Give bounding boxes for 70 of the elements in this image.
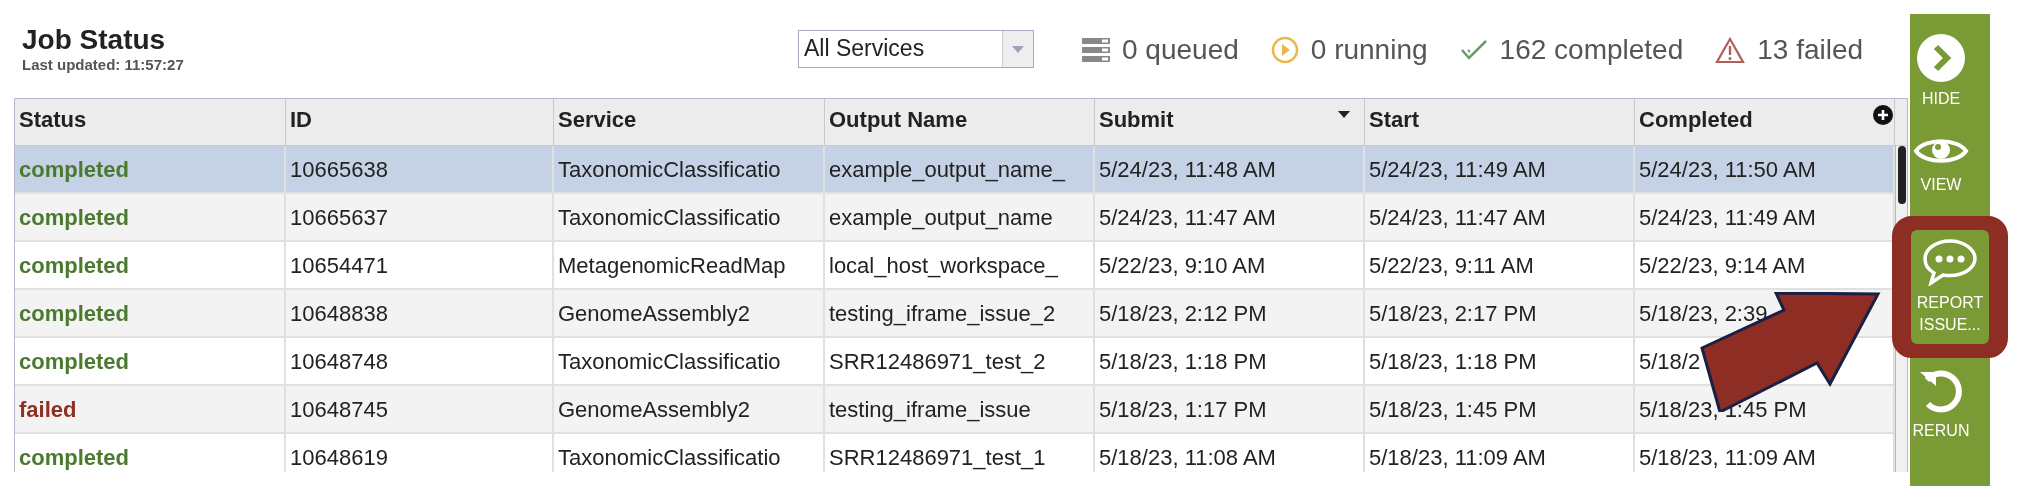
service-dropdown[interactable]: All Services xyxy=(798,30,1034,68)
table-cell: testing_iframe_issue_2 xyxy=(825,290,1095,336)
table-cell: 10648748 xyxy=(286,338,554,384)
column-header[interactable]: Output Name xyxy=(825,99,1095,145)
table-cell: 10654471 xyxy=(286,242,554,288)
table-cell: 5/18/23, 1:18 PM xyxy=(1365,338,1635,384)
play-icon xyxy=(1270,36,1299,64)
table-cell: example_output_name_ xyxy=(825,146,1095,192)
table-cell: 5/18/23, 1:45 PM xyxy=(1365,386,1635,432)
check-icon xyxy=(1459,39,1488,61)
column-header[interactable]: Service xyxy=(554,99,825,145)
table-cell: TaxonomicClassificatio xyxy=(554,194,825,240)
speech-bubble-icon xyxy=(1922,238,1978,286)
table-cell: 5/18/23, 2:17 PM xyxy=(1365,290,1635,336)
table-cell: 5/18/23, 11:08 AM xyxy=(1095,434,1365,472)
table-cell: completed xyxy=(15,242,286,288)
table-cell: 10648745 xyxy=(286,386,554,432)
table-cell: 5/24/23, 11:47 AM xyxy=(1365,194,1635,240)
column-header[interactable]: Submit xyxy=(1095,99,1365,145)
table-cell: 10665638 xyxy=(286,146,554,192)
rerun-icon xyxy=(1918,368,1964,414)
stat-label: 0 running xyxy=(1310,34,1428,66)
stack-icon xyxy=(1082,38,1110,62)
table-cell: 5/18/23, 1:18 PM xyxy=(1095,338,1365,384)
warning-icon xyxy=(1715,36,1746,64)
table-cell: 5/18/23, 1:17 PM xyxy=(1095,386,1365,432)
column-header[interactable]: ID xyxy=(286,99,554,145)
table-cell: GenomeAssembly2 xyxy=(554,290,825,336)
table-cell: 10648619 xyxy=(286,434,554,472)
last-updated-text: Last updated: 11:57:27 xyxy=(22,56,185,74)
table-cell: TaxonomicClassificatio xyxy=(554,146,825,192)
table-cell: 5/18/23, 11:09 AM xyxy=(1365,434,1635,472)
caret-icon xyxy=(1012,45,1024,53)
column-header[interactable]: Status xyxy=(15,99,286,145)
table-cell: completed xyxy=(15,434,286,472)
table-cell: completed xyxy=(15,290,286,336)
table-cell: MetagenomicReadMap xyxy=(554,242,825,288)
table-cell: 5/24/23, 11:47 AM xyxy=(1095,194,1365,240)
table-cell: 5/22/23, 9:11 AM xyxy=(1365,242,1635,288)
stat-label: 162 completed xyxy=(1499,34,1684,66)
add-column-icon[interactable] xyxy=(1873,105,1893,125)
table-cell: TaxonomicClassificatio xyxy=(554,434,825,472)
chevron-right-icon xyxy=(1917,34,1965,82)
table-cell: 10665637 xyxy=(286,194,554,240)
job-row[interactable]: completed 10665638 TaxonomicClassificatio example_output_name_ 5/24/23, 11:48 AM 5/24/23, 11:49 AM 5/24/23, 11:50 AM xyxy=(15,146,1895,194)
table-cell: completed xyxy=(15,146,286,192)
table-cell: TaxonomicClassificatio xyxy=(554,338,825,384)
table-cell: completed xyxy=(15,194,286,240)
table-cell: 5/24/23, 11:48 AM xyxy=(1095,146,1365,192)
table-cell: example_output_name xyxy=(825,194,1095,240)
stat-label: 0 queued xyxy=(1122,34,1239,66)
job-row[interactable]: completed 10648838 GenomeAssembly2 testing_iframe_issue_2 5/18/23, 2:12 PM 5/18/23, 2:17 PM 5/18/23, 2:39 xyxy=(15,290,1895,338)
table-cell: GenomeAssembly2 xyxy=(554,386,825,432)
table-cell: 10648838 xyxy=(286,290,554,336)
table-cell: completed xyxy=(15,338,286,384)
table-cell: testing_iframe_issue xyxy=(825,386,1095,432)
job-row[interactable]: completed 10654471 MetagenomicReadMap local_host_workspace_ 5/22/23, 9:10 AM 5/22/23, 9:11 AM 5/22/23, 9:14 AM xyxy=(15,242,1895,290)
table-cell: 5/18/23, 2:12 PM xyxy=(1095,290,1365,336)
job-row[interactable]: completed 10665637 TaxonomicClassificatio example_output_name 5/24/23, 11:47 AM 5/24/23, 11:47 AM 5/24/23, 11:49 AM xyxy=(15,194,1895,242)
table-cell: SRR12486971_test_1 xyxy=(825,434,1095,472)
scrollbar-thumb[interactable] xyxy=(1898,146,1906,204)
table-cell: 5/24/23, 11:49 AM xyxy=(1365,146,1635,192)
job-row[interactable]: completed 10648748 TaxonomicClassificatio SRR12486971_test_2 5/18/23, 1:18 PM 5/18/23, 1:18 PM 5/18/2 xyxy=(15,338,1895,386)
table-cell: SRR12486971_test_2 xyxy=(825,338,1095,384)
table-cell: 5/22/23, 9:10 AM xyxy=(1095,242,1365,288)
page-title: Job Status xyxy=(22,24,167,56)
table-cell: local_host_workspace_ xyxy=(825,242,1095,288)
table-cell: failed xyxy=(15,386,286,432)
column-header[interactable]: Start xyxy=(1365,99,1635,145)
stat-label: 13 failed xyxy=(1757,34,1864,66)
